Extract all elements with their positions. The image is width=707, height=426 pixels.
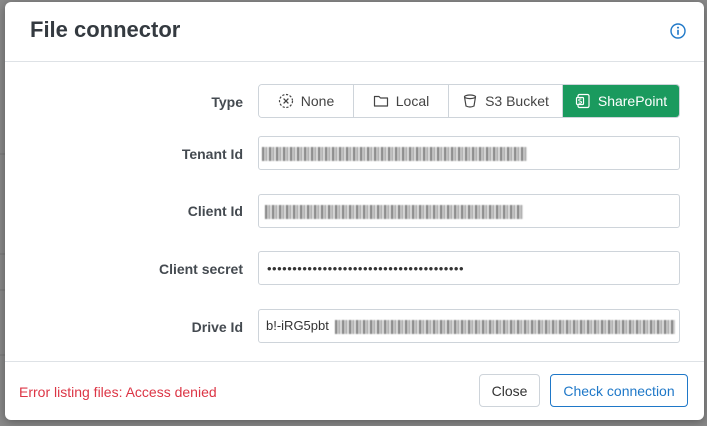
type-selector: None Local S3 Bucket SharePoint xyxy=(258,84,680,118)
redacted-value xyxy=(265,205,523,219)
folder-icon xyxy=(373,95,388,107)
type-option-label: SharePoint xyxy=(597,93,668,109)
client-id-field[interactable] xyxy=(258,194,680,228)
info-circle-icon[interactable] xyxy=(669,22,687,40)
close-button[interactable]: Close xyxy=(479,374,540,407)
secret-dots: ••••••••••••••••••••••••••••••••••••••• xyxy=(267,261,464,276)
redacted-value xyxy=(335,320,675,334)
bucket-icon xyxy=(463,94,477,108)
type-option-label: None xyxy=(300,93,335,109)
tenant-id-field[interactable] xyxy=(258,136,680,170)
drive-id-field[interactable]: b!-iRG5pbt xyxy=(258,309,680,343)
error-message: Error listing files: Access denied xyxy=(19,384,217,400)
tenant-id-label: Tenant Id xyxy=(181,146,243,162)
type-option-local[interactable]: Local xyxy=(354,85,449,117)
file-connector-dialog: File connector Type None Local S3 Bucket… xyxy=(5,2,704,420)
drive-id-label: Drive Id xyxy=(191,319,243,335)
client-secret-field[interactable]: ••••••••••••••••••••••••••••••••••••••• xyxy=(258,251,680,285)
circle-x-icon xyxy=(278,93,293,109)
dialog-footer: Error listing files: Access denied Close… xyxy=(5,361,704,420)
type-option-none[interactable]: None xyxy=(259,85,354,117)
check-connection-button[interactable]: Check connection xyxy=(550,374,688,407)
type-label: Type xyxy=(211,94,243,110)
type-option-sharepoint[interactable]: SharePoint xyxy=(563,85,679,117)
type-option-label: Local xyxy=(395,93,430,109)
type-option-label: S3 Bucket xyxy=(485,93,549,109)
sharepoint-icon xyxy=(575,93,590,109)
dialog-title: File connector xyxy=(30,17,181,42)
type-option-s3-bucket[interactable]: S3 Bucket xyxy=(449,85,563,117)
redacted-value xyxy=(262,147,527,161)
client-id-label: Client Id xyxy=(187,203,243,219)
drive-id-value: b!-iRG5pbt xyxy=(266,318,329,333)
dialog-header: File connector xyxy=(5,2,704,62)
client-secret-label: Client secret xyxy=(158,261,243,277)
